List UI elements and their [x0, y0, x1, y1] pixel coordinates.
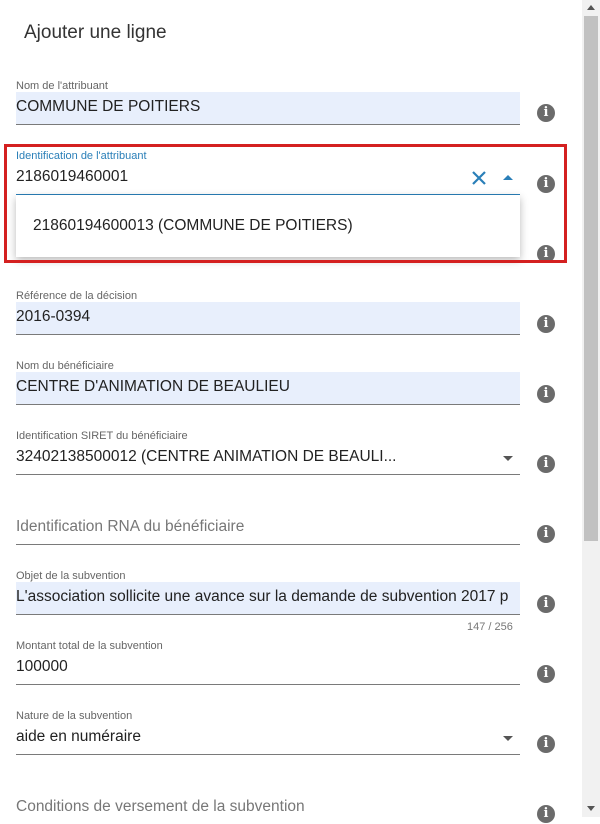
- attribuant-id-label: Identification de l'attribuant: [16, 150, 147, 162]
- character-counter: 147 / 256: [467, 621, 513, 633]
- subsidy-nature-label: Nature de la subvention: [16, 710, 133, 722]
- add-line-dialog: Ajouter une ligne Nom de l'attribuant CO…: [0, 0, 580, 823]
- attribuant-id-value: 2186019460001: [16, 168, 129, 185]
- decision-reference-label: Référence de la décision: [16, 290, 138, 302]
- info-icon[interactable]: i: [537, 175, 555, 193]
- payment-conditions-input[interactable]: Conditions de versement de la subvention: [16, 792, 520, 824]
- subsidy-object-input[interactable]: L'association sollicite une avance sur l…: [16, 582, 520, 615]
- scroll-down-icon[interactable]: [587, 806, 595, 811]
- info-icon[interactable]: i: [537, 805, 555, 823]
- scroll-up-icon[interactable]: [587, 5, 595, 10]
- subsidy-amount-field[interactable]: Montant total de la subvention 100000: [16, 640, 520, 686]
- subsidy-amount-value: 100000: [16, 658, 68, 675]
- subsidy-amount-label: Montant total de la subvention: [16, 640, 163, 652]
- attribuant-name-input[interactable]: COMMUNE DE POITIERS: [16, 92, 520, 125]
- subsidy-amount-input[interactable]: 100000: [16, 652, 520, 685]
- info-icon[interactable]: i: [537, 385, 555, 403]
- beneficiary-name-input[interactable]: CENTRE D'ANIMATION DE BEAULIEU: [16, 372, 520, 405]
- caret-down-icon[interactable]: [503, 456, 513, 461]
- caret-down-icon[interactable]: [503, 736, 513, 741]
- beneficiary-siret-select[interactable]: 32402138500012 (CENTRE ANIMATION DE BEAU…: [16, 442, 520, 475]
- subsidy-nature-select[interactable]: aide en numéraire: [16, 722, 520, 755]
- subsidy-object-value: L'association sollicite une avance sur l…: [16, 588, 509, 605]
- beneficiary-name-label: Nom du bénéficiaire: [16, 360, 114, 372]
- beneficiary-siret-field[interactable]: Identification SIRET du bénéficiaire 324…: [16, 430, 520, 476]
- scrollbar[interactable]: [582, 0, 600, 817]
- decision-reference-field[interactable]: Référence de la décision 2016-0394: [16, 290, 520, 336]
- beneficiary-siret-label: Identification SIRET du bénéficiaire: [16, 430, 188, 442]
- info-icon[interactable]: i: [537, 595, 555, 613]
- attribuant-name-field[interactable]: Nom de l'attribuant COMMUNE DE POITIERS: [16, 80, 520, 126]
- payment-conditions-placeholder: Conditions de versement de la subvention: [16, 798, 305, 815]
- subsidy-nature-value: aide en numéraire: [16, 728, 141, 745]
- dialog-title: Ajouter une ligne: [24, 22, 167, 43]
- subsidy-object-label: Objet de la subvention: [16, 570, 126, 582]
- attribuant-id-input[interactable]: 2186019460001: [16, 162, 520, 196]
- info-icon[interactable]: i: [537, 735, 555, 753]
- scrollbar-thumb[interactable]: [584, 16, 598, 541]
- info-icon[interactable]: i: [537, 315, 555, 333]
- beneficiary-rna-placeholder: Identification RNA du bénéficiaire: [16, 518, 245, 535]
- autocomplete-option[interactable]: 21860194600013 (COMMUNE DE POITIERS): [33, 217, 353, 235]
- beneficiary-rna-field[interactable]: Identification RNA du bénéficiaire: [16, 500, 520, 546]
- attribuant-name-value: COMMUNE DE POITIERS: [16, 98, 201, 115]
- info-icon[interactable]: i: [537, 104, 555, 122]
- info-icon[interactable]: i: [537, 455, 555, 473]
- decision-reference-input[interactable]: 2016-0394: [16, 302, 520, 335]
- attribuant-name-label: Nom de l'attribuant: [16, 80, 108, 92]
- beneficiary-name-field[interactable]: Nom du bénéficiaire CENTRE D'ANIMATION D…: [16, 360, 520, 406]
- info-icon[interactable]: i: [537, 245, 555, 263]
- beneficiary-siret-value: 32402138500012 (CENTRE ANIMATION DE BEAU…: [16, 448, 397, 465]
- autocomplete-dropdown: 21860194600013 (COMMUNE DE POITIERS): [16, 195, 520, 257]
- subsidy-object-field[interactable]: Objet de la subvention L'association sol…: [16, 570, 520, 616]
- subsidy-nature-field[interactable]: Nature de la subvention aide en numérair…: [16, 710, 520, 756]
- info-icon[interactable]: i: [537, 525, 555, 543]
- close-icon[interactable]: [472, 171, 486, 185]
- beneficiary-rna-input[interactable]: Identification RNA du bénéficiaire: [16, 512, 520, 545]
- payment-conditions-field[interactable]: Conditions de versement de la subvention: [16, 780, 520, 817]
- caret-up-icon[interactable]: [503, 175, 513, 180]
- info-icon[interactable]: i: [537, 665, 555, 683]
- decision-reference-value: 2016-0394: [16, 308, 91, 325]
- attribuant-id-field[interactable]: Identification de l'attribuant 218601946…: [16, 150, 520, 196]
- beneficiary-name-value: CENTRE D'ANIMATION DE BEAULIEU: [16, 378, 290, 395]
